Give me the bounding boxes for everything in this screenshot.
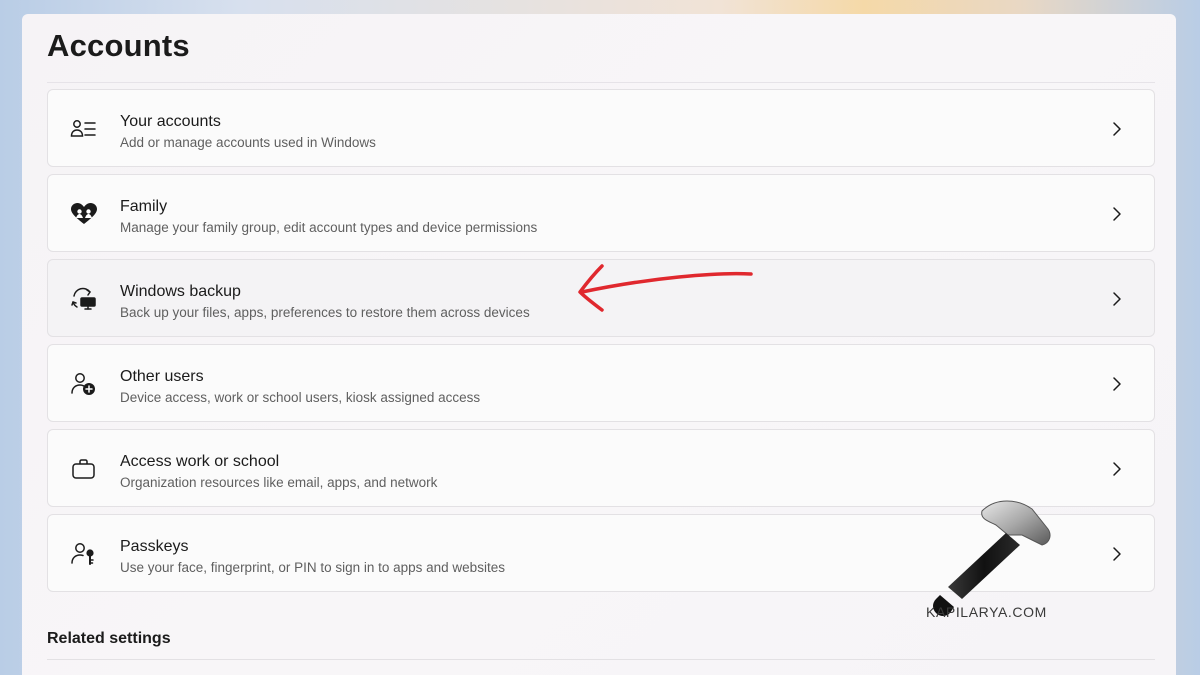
item-label: Access work or school: [120, 453, 280, 470]
related-divider: [47, 659, 1155, 660]
chevron-right-icon: [1113, 462, 1121, 476]
annotation-arrow-icon: [578, 264, 753, 312]
item-description: Back up your files, apps, preferences to…: [120, 305, 530, 320]
item-label: Your accounts: [120, 113, 221, 130]
item-label: Passkeys: [120, 538, 189, 555]
item-label: Other users: [120, 368, 204, 385]
heart-family-icon: [70, 202, 98, 226]
person-key-icon: [70, 542, 98, 566]
item-label: Family: [120, 198, 168, 215]
item-description: Device access, work or school users, kio…: [120, 390, 481, 405]
item-description: Add or manage accounts used in Windows: [120, 135, 376, 150]
chevron-right-icon: [1113, 292, 1121, 306]
watermark-text: KAPILARYA.COM: [926, 604, 1047, 620]
accounts-list-icon: [70, 117, 98, 141]
item-description: Use your face, fingerprint, or PIN to si…: [120, 560, 505, 575]
related-settings-heading: Related settings: [47, 630, 171, 647]
chevron-right-icon: [1113, 377, 1121, 391]
settings-item-other-users[interactable]: Other users Device access, work or schoo…: [47, 344, 1155, 422]
title-divider: [47, 82, 1155, 83]
sync-backup-icon: [70, 287, 98, 311]
chevron-right-icon: [1113, 207, 1121, 221]
page-title: Accounts: [47, 28, 190, 63]
chevron-right-icon: [1113, 547, 1121, 561]
person-add-icon: [70, 372, 98, 396]
item-label: Windows backup: [120, 283, 241, 300]
settings-item-your-accounts[interactable]: Your accounts Add or manage accounts use…: [47, 89, 1155, 167]
briefcase-icon: [70, 457, 98, 481]
settings-item-family[interactable]: Family Manage your family group, edit ac…: [47, 174, 1155, 252]
chevron-right-icon: [1113, 122, 1121, 136]
item-description: Manage your family group, edit account t…: [120, 220, 538, 235]
item-description: Organization resources like email, apps,…: [120, 475, 438, 490]
